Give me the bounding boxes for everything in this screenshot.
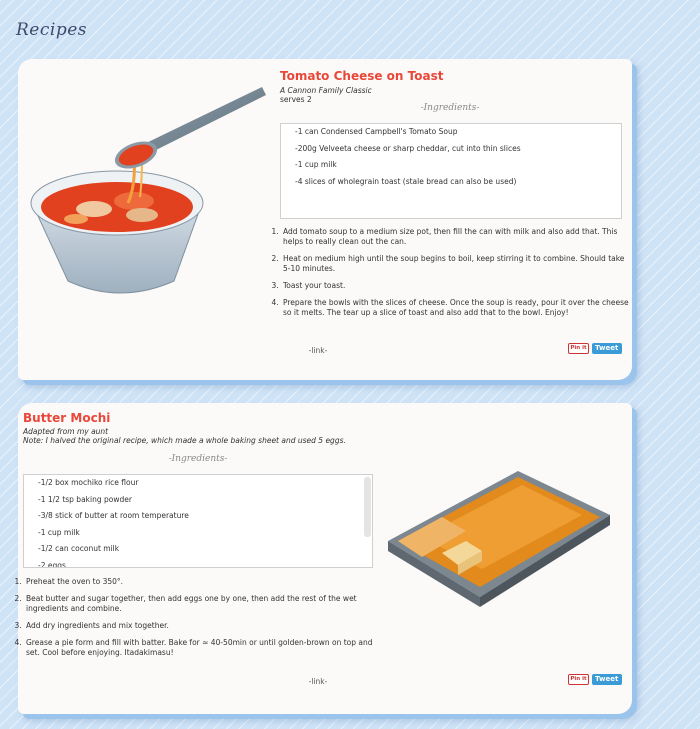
list-item: -1 cup milk	[38, 527, 80, 537]
recipe-subtitle: Adapted from my aunt	[23, 427, 109, 436]
step-item: Add tomato soup to a medium size pot, th…	[281, 227, 633, 247]
recipe-card-tomato-cheese-toast: Tomato Cheese on Toast A Cannon Family C…	[18, 59, 632, 380]
list-item: -1 can Condensed Campbell's Tomato Soup	[295, 127, 458, 136]
recipe-card-butter-mochi: Butter Mochi Adapted from my aunt Note: …	[18, 403, 632, 714]
ingredients-list[interactable]: -1/2 box mochiko rice flour -1 1/2 tsp b…	[23, 474, 373, 568]
step-item: Preheat the oven to 350°.	[24, 577, 378, 587]
pin-it-button[interactable]: Pin it	[568, 343, 589, 354]
tweet-button[interactable]: Tweet	[592, 674, 622, 685]
step-item: Heat on medium high until the soup begin…	[281, 254, 633, 274]
list-item: -1/2 box mochiko rice flour	[38, 478, 139, 487]
list-item: -1 1/2 tsp baking powder	[38, 494, 132, 504]
ingredients-scrollbar[interactable]	[364, 477, 371, 537]
ingredients-heading: -Ingredients-	[420, 103, 480, 113]
step-item: Prepare the bowls with the slices of che…	[281, 298, 633, 318]
butter-mochi-tray-icon	[388, 471, 610, 607]
step-item: Add dry ingredients and mix together.	[24, 621, 378, 631]
list-item: -4 slices of wholegrain toast (stale bre…	[295, 176, 517, 186]
list-item: -2 eggs	[38, 560, 66, 568]
recipe-subtitle: A Cannon Family Classic	[280, 86, 372, 95]
ingredients-list[interactable]: -1 can Condensed Campbell's Tomato Soup …	[280, 123, 622, 219]
step-item: Grease a pie form and fill with batter. …	[24, 638, 378, 658]
tweet-button[interactable]: Tweet	[592, 343, 622, 354]
ingredients-heading: -Ingredients-	[168, 454, 228, 464]
recipe-title: Butter Mochi	[23, 411, 111, 425]
list-item: -3/8 stick of butter at room temperature	[38, 511, 189, 520]
list-item: -1/2 can coconut milk	[38, 544, 120, 553]
recipe-title: Tomato Cheese on Toast	[280, 69, 444, 83]
page-title: Recipes	[16, 20, 87, 40]
step-item: Toast your toast.	[281, 281, 633, 291]
list-item: -200g Velveeta cheese or sharp cheddar, …	[295, 143, 521, 153]
recipe-link[interactable]: -link-	[288, 677, 348, 686]
recipe-note: Note: I halved the original recipe, whic…	[23, 436, 346, 445]
tomato-soup-bowl-icon	[30, 87, 266, 294]
recipe-steps: Preheat the oven to 350°. Beat butter an…	[12, 577, 378, 665]
pin-it-button[interactable]: Pin it	[568, 674, 589, 685]
recipe-link[interactable]: -link-	[288, 346, 348, 355]
recipe-steps: Add tomato soup to a medium size pot, th…	[269, 227, 633, 325]
list-item: -1 cup milk	[295, 160, 337, 169]
step-item: Beat butter and sugar together, then add…	[24, 594, 378, 614]
